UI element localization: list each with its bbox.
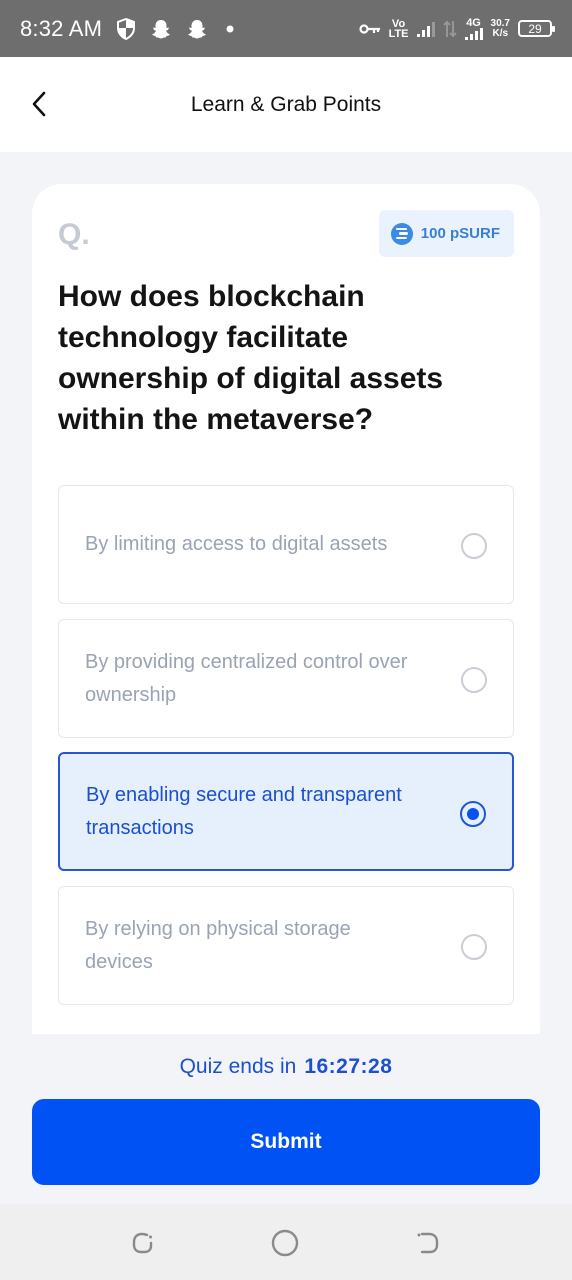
- snapchat-icon: [152, 19, 171, 38]
- back-icon[interactable]: [413, 1228, 443, 1258]
- answer-option-1[interactable]: By limiting access to digital assets: [58, 485, 514, 604]
- quiz-card: Q. 100 pSURF How does blockchain technol…: [32, 184, 540, 1034]
- shield-icon: [117, 17, 136, 40]
- chevron-left-icon[interactable]: [28, 89, 52, 119]
- timer-label: Quiz ends in: [179, 1055, 297, 1078]
- volte-indicator: Vo LTE: [388, 17, 409, 40]
- option-label: By providing centralized control over ow…: [85, 650, 408, 706]
- radio-button[interactable]: [461, 934, 487, 960]
- option-label: By limiting access to digital assets: [85, 533, 388, 555]
- radio-button-selected[interactable]: [460, 801, 486, 827]
- signal-icon: [416, 21, 435, 37]
- reward-badge: 100 pSURF: [378, 210, 514, 257]
- timer-value: 16:27:28: [304, 1055, 393, 1078]
- answer-option-2[interactable]: By providing centralized control over ow…: [58, 619, 514, 738]
- answer-option-4[interactable]: By relying on physical storage devices: [58, 886, 514, 1005]
- status-bar: 8:32 AM Vo LTE 4G 30.7 K/s 29: [0, 0, 572, 57]
- reward-amount: 100 pSURF: [420, 225, 500, 242]
- submit-button[interactable]: Submit: [32, 1099, 540, 1185]
- data-arrows-icon: [442, 20, 457, 37]
- answer-option-3[interactable]: By enabling secure and transparent trans…: [58, 752, 514, 871]
- dot-icon: [226, 25, 234, 32]
- quiz-timer: Quiz ends in 16:27:28: [0, 1055, 572, 1079]
- home-icon[interactable]: [270, 1228, 300, 1258]
- network-speed: 30.7 K/s: [490, 17, 510, 39]
- radio-button[interactable]: [461, 533, 487, 559]
- recent-apps-icon[interactable]: [128, 1228, 158, 1258]
- question-label: Q.: [58, 218, 90, 251]
- vpn-key-icon: [358, 23, 380, 34]
- system-nav-bar: [0, 1204, 572, 1280]
- option-label: By enabling secure and transparent trans…: [86, 783, 402, 839]
- option-label: By relying on physical storage devices: [85, 917, 351, 973]
- signal-4g-icon: 4G: [464, 17, 483, 40]
- status-time: 8:32 AM: [20, 15, 103, 41]
- radio-button[interactable]: [461, 667, 487, 693]
- question-text: How does blockchain technology facilitat…: [58, 280, 444, 436]
- app-header: Learn & Grab Points: [0, 57, 572, 152]
- battery-icon: 29: [518, 20, 555, 37]
- snapchat-icon: [188, 19, 207, 38]
- page-title: Learn & Grab Points: [190, 92, 382, 116]
- psurf-coin-icon: [390, 222, 413, 245]
